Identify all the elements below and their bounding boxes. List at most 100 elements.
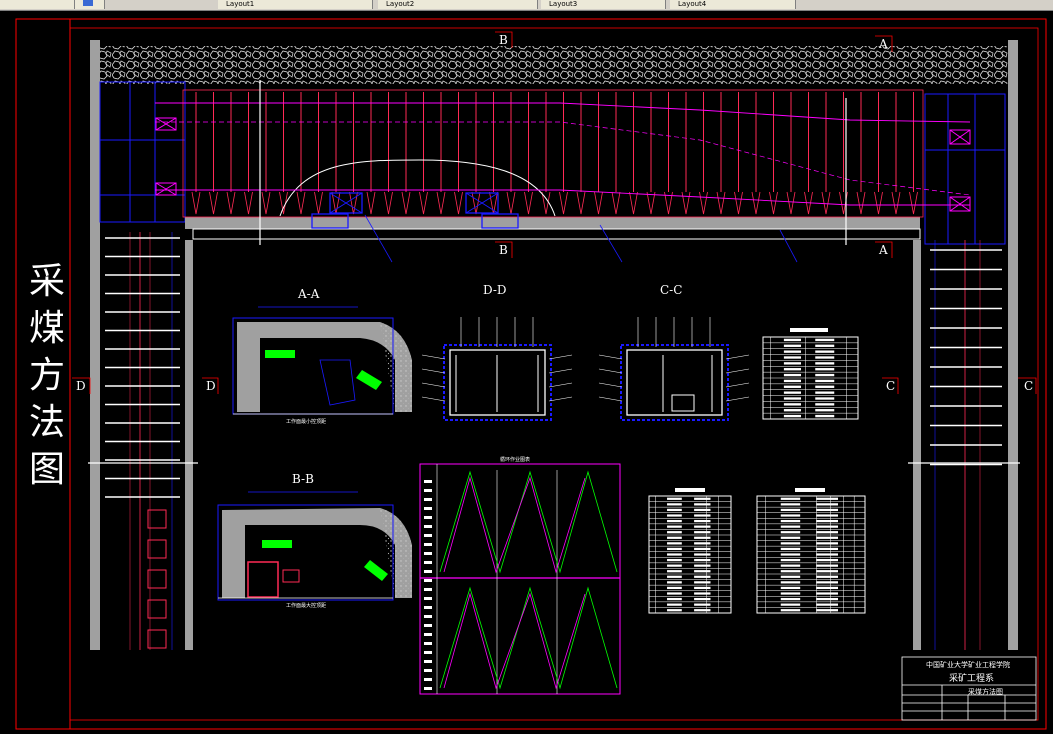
table-cell-text: [783, 397, 801, 400]
table-cell-text: [694, 508, 711, 512]
cycle-row-tick: [424, 534, 432, 537]
cycle-row-tick: [424, 579, 432, 582]
support-base: [681, 191, 691, 215]
anchor-bolt: [548, 382, 573, 388]
table-cell-text: [694, 503, 711, 506]
cycle-row-tick: [424, 606, 432, 609]
marker-c-right: C: [1024, 379, 1034, 393]
support-base: [419, 191, 428, 215]
anchor-bolt: [548, 396, 573, 402]
table-cell-text: [694, 586, 711, 590]
table-cell-text: [694, 519, 711, 523]
table-cell-text: [783, 385, 801, 388]
table-cell-text: [694, 542, 711, 545]
section-b-b-view: [217, 491, 412, 601]
table-cell-text: [667, 536, 682, 539]
cad-drawing-canvas[interactable]: [0, 10, 1053, 734]
table-cell-text: [816, 542, 838, 545]
table-cell-text: [815, 362, 835, 365]
face-support-zone: [182, 89, 924, 218]
table-cell-text: [783, 350, 801, 353]
table-cell-text: [816, 558, 838, 562]
table-title: [795, 488, 825, 492]
table-cell-text: [780, 592, 801, 595]
layout-tab-icon[interactable]: [75, 0, 105, 9]
cycle-row-tick: [424, 507, 432, 510]
section-d-d-label: D-D: [483, 283, 507, 297]
table-cell-text: [694, 558, 711, 562]
cycle-row-tick: [424, 615, 432, 618]
cycle-row-tick: [424, 561, 432, 564]
cycle-row-tick: [424, 633, 432, 636]
table-title: [790, 328, 828, 332]
table-cell-text: [667, 508, 682, 512]
anchor-bolt: [598, 368, 623, 374]
left-roadway: [90, 40, 193, 650]
anchor-bolt: [421, 396, 446, 402]
support-base: [454, 191, 463, 215]
section-b-b-label: B-B: [292, 472, 314, 486]
table-cell-text: [815, 379, 835, 383]
table-cell-text: [667, 609, 682, 612]
face-floor-line: [192, 228, 921, 240]
layout-tab-model[interactable]: [0, 0, 75, 9]
cycle-row-tick: [424, 498, 432, 501]
support-base: [244, 191, 253, 215]
table-cell-text: [694, 553, 711, 556]
table-cell-text: [667, 575, 682, 578]
table-cell-text: [783, 403, 801, 406]
anchor-bolt: [421, 382, 446, 388]
cycle-row-tick: [424, 570, 432, 573]
left-roadway-supports: [105, 237, 180, 649]
table-cell-text: [694, 564, 711, 567]
parameter-tables: [648, 328, 866, 614]
support-base: [314, 191, 323, 215]
table-cell-text: [780, 531, 801, 534]
table-cell-text: [783, 391, 801, 394]
support-base: [611, 191, 621, 215]
table-cell-text: [780, 553, 801, 556]
table-cell-text: [780, 508, 801, 512]
section-a-a-label: A-A: [298, 287, 320, 301]
outer-frame: [15, 18, 1047, 730]
section-d-d-view: [443, 344, 552, 421]
layout-tab-1[interactable]: Layout1: [218, 0, 373, 9]
support-base: [506, 191, 516, 215]
table-cell-text: [815, 373, 835, 377]
roadway-block: [147, 539, 167, 559]
drawing-title: 采煤方法图: [28, 261, 65, 490]
support-base: [856, 191, 866, 215]
support-base: [786, 191, 796, 215]
table-cell-text: [780, 519, 801, 523]
cycle-row-tick: [424, 543, 432, 546]
support-base: [384, 191, 393, 215]
layout-tab-4[interactable]: Layout4: [670, 0, 796, 9]
conveyor-line-upper: [155, 102, 971, 123]
table-cell-text: [694, 609, 711, 612]
table-cell-text: [780, 575, 801, 578]
table-cell-text: [694, 547, 711, 551]
table-cell-text: [780, 558, 801, 562]
table-cell-text: [694, 597, 711, 601]
table-cell-text: [783, 368, 801, 371]
anchor-bolt: [548, 368, 573, 374]
support-base: [191, 191, 201, 215]
section-b-b-caption: 工作面最大控顶距: [286, 603, 327, 609]
table-cell-text: [816, 531, 838, 534]
support-base: [524, 191, 533, 215]
support-base: [366, 191, 376, 215]
table-cell-text: [816, 553, 838, 556]
marker-c-left: C: [886, 379, 896, 393]
table-cell-text: [667, 586, 682, 590]
table-cell-text: [780, 542, 801, 545]
support-base: [909, 191, 918, 215]
cycle-chart-title: 循环作业图表: [500, 457, 531, 463]
layout-tab-2[interactable]: Layout2: [378, 0, 538, 9]
support-base: [296, 191, 306, 215]
support-base: [401, 191, 411, 215]
layout-tab-3[interactable]: Layout3: [541, 0, 666, 9]
anchor-bolt: [421, 368, 446, 374]
section-c-c-label: C-C: [660, 283, 683, 297]
table-cell-text: [816, 519, 838, 523]
table-cell-text: [667, 542, 682, 545]
